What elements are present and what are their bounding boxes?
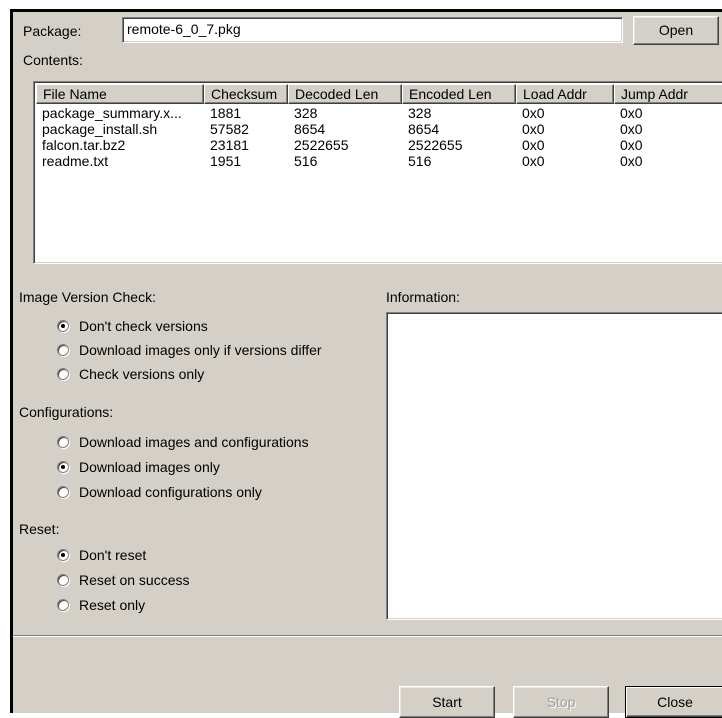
- radio-label: Reset only: [79, 597, 146, 613]
- cell-file-name: falcon.tar.bz2: [42, 137, 126, 153]
- radio-label: Don't check versions: [79, 318, 208, 334]
- radio-label: Check versions only: [79, 366, 205, 382]
- cell-encoded-len: 8654: [408, 121, 440, 137]
- table-row[interactable]: falcon.tar.bz2 23181 2522655 2522655 0x0…: [36, 137, 722, 153]
- table-row[interactable]: package_summary.x... 1881 328 328 0x0 0x…: [36, 105, 722, 121]
- cell-load-addr: 0x0: [522, 137, 545, 153]
- radio-indicator: [57, 549, 69, 561]
- radio-label: Download images only: [79, 459, 220, 475]
- cell-checksum: 23181: [210, 137, 249, 153]
- column-header-file-name[interactable]: File Name: [36, 84, 204, 104]
- radio-indicator: [57, 368, 69, 380]
- radio-indicator: [57, 320, 69, 332]
- column-header-jump-addr[interactable]: Jump Addr: [614, 84, 722, 104]
- cell-decoded-len: 328: [294, 105, 318, 121]
- contents-header: File Name Checksum Decoded Len Encoded L…: [36, 84, 722, 104]
- radio-indicator: [57, 486, 69, 498]
- cell-checksum: 1951: [210, 153, 242, 169]
- information-textarea[interactable]: [386, 312, 722, 620]
- cell-checksum: 57582: [210, 121, 249, 137]
- radio-label: Don't reset: [79, 547, 147, 563]
- package-label: Package:: [23, 23, 82, 39]
- radio-indicator: [57, 574, 69, 586]
- start-button[interactable]: Start: [399, 686, 495, 718]
- cell-encoded-len: 2522655: [408, 137, 463, 153]
- cell-jump-addr: 0x0: [620, 121, 643, 137]
- radio-indicator: [57, 344, 69, 356]
- radio-indicator: [57, 436, 69, 448]
- information-label: Information:: [386, 289, 460, 305]
- cell-load-addr: 0x0: [522, 121, 545, 137]
- package-input-value: remote-6_0_7.pkg: [127, 21, 241, 37]
- image-version-check-label: Image Version Check:: [19, 289, 156, 305]
- table-row[interactable]: package_install.sh 57582 8654 8654 0x0 0…: [36, 121, 722, 137]
- cell-file-name: readme.txt: [42, 153, 109, 169]
- cell-jump-addr: 0x0: [620, 137, 643, 153]
- reset-label: Reset:: [19, 521, 60, 537]
- separator-highlight: [13, 636, 722, 637]
- column-header-checksum[interactable]: Checksum: [204, 84, 288, 104]
- cell-encoded-len: 328: [408, 105, 432, 121]
- cell-decoded-len: 2522655: [294, 137, 349, 153]
- cell-checksum: 1881: [210, 105, 242, 121]
- close-button[interactable]: Close: [625, 686, 722, 718]
- package-input[interactable]: remote-6_0_7.pkg: [122, 17, 623, 43]
- cell-jump-addr: 0x0: [620, 105, 643, 121]
- radio-label: Download images and configurations: [79, 434, 309, 450]
- cell-load-addr: 0x0: [522, 153, 545, 169]
- column-header-decoded-len[interactable]: Decoded Len: [288, 84, 402, 104]
- configurations-label: Configurations:: [19, 404, 114, 420]
- cell-load-addr: 0x0: [522, 105, 545, 121]
- radio-label: Download images only if versions differ: [79, 342, 322, 358]
- stop-button[interactable]: Stop: [513, 686, 609, 718]
- radio-indicator: [57, 461, 69, 473]
- radio-label: Reset on success: [79, 572, 190, 588]
- dialog-window: Package: remote-6_0_7.pkg Open Contents:…: [10, 9, 722, 718]
- column-header-load-addr[interactable]: Load Addr: [516, 84, 614, 104]
- radio-label: Download configurations only: [79, 484, 262, 500]
- cell-file-name: package_summary.x...: [42, 105, 182, 121]
- open-button[interactable]: Open: [633, 16, 719, 45]
- column-header-encoded-len[interactable]: Encoded Len: [402, 84, 516, 104]
- cell-decoded-len: 516: [294, 153, 318, 169]
- contents-list[interactable]: File Name Checksum Decoded Len Encoded L…: [33, 81, 722, 264]
- cell-jump-addr: 0x0: [620, 153, 643, 169]
- radio-indicator: [57, 599, 69, 611]
- contents-label: Contents:: [23, 52, 83, 68]
- cell-encoded-len: 516: [408, 153, 432, 169]
- cell-file-name: package_install.sh: [42, 121, 158, 137]
- cell-decoded-len: 8654: [294, 121, 326, 137]
- table-row[interactable]: readme.txt 1951 516 516 0x0 0x0: [36, 153, 722, 169]
